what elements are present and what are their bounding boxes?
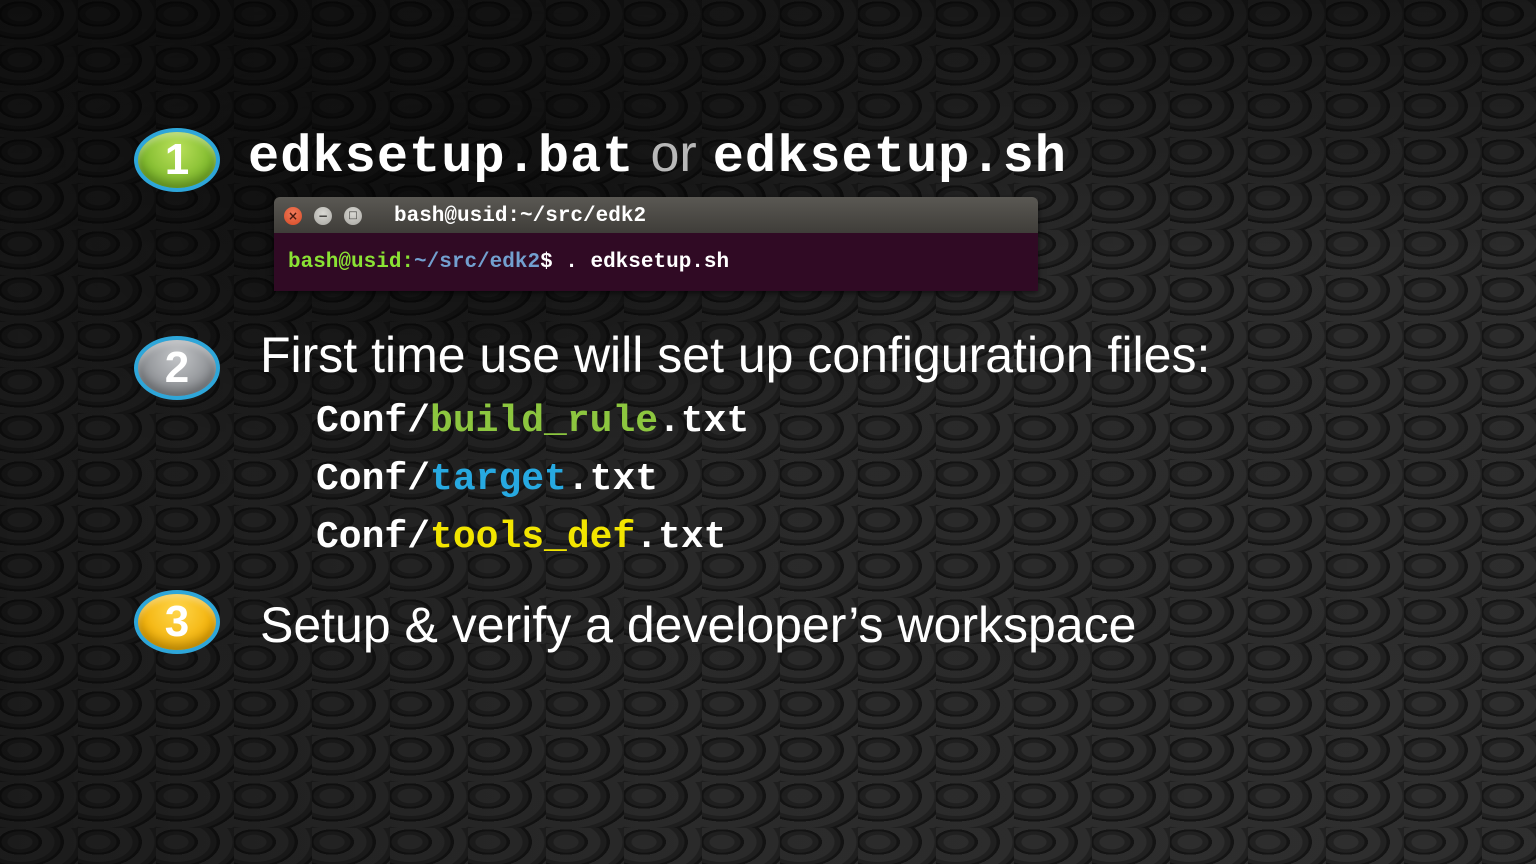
prompt-path: ~/src/edk2 (414, 250, 541, 274)
terminal-body[interactable]: bash@usid: ~/src/edk2 $ . edksetup.sh (274, 233, 1038, 291)
step-2-badge: 2 (134, 336, 220, 400)
config-file-tools-def: Conf/tools_def.txt (316, 516, 726, 559)
minimize-icon[interactable]: − (314, 207, 332, 225)
sh-script-name: edksetup.sh (712, 128, 1067, 187)
step-3-badge: 3 (134, 590, 220, 654)
config-file-target: Conf/target.txt (316, 458, 658, 501)
step-1-number: 1 (164, 135, 190, 184)
config-ext: .txt (635, 516, 727, 559)
config-name: target (430, 458, 567, 501)
terminal-command: . edksetup.sh (552, 250, 730, 274)
config-prefix: Conf/ (316, 400, 431, 443)
config-name: tools_def (430, 516, 636, 559)
terminal-titlebar: × − □ bash@usid:~/src/edk2 (274, 197, 1038, 233)
terminal-window: × − □ bash@usid:~/src/edk2 bash@usid: ~/s… (274, 197, 1038, 291)
prompt-symbol: $ (540, 250, 553, 274)
config-ext: .txt (658, 400, 750, 443)
step-2-text: First time use will set up configuration… (260, 327, 1211, 383)
maximize-icon[interactable]: □ (344, 207, 362, 225)
terminal-title: bash@usid:~/src/edk2 (394, 205, 647, 228)
config-name: build_rule (430, 400, 659, 443)
step-3-text: Setup & verify a developer’s workspace (260, 597, 1137, 653)
step-1-title: edksetup.bat or edksetup.sh (248, 124, 1067, 188)
prompt-user: bash@usid: (288, 250, 415, 274)
or-separator: or (650, 125, 697, 183)
close-icon[interactable]: × (284, 207, 302, 225)
step-1-badge: 1 (134, 128, 220, 192)
bat-script-name: edksetup.bat (248, 128, 635, 187)
config-prefix: Conf/ (316, 458, 431, 501)
config-ext: .txt (566, 458, 659, 501)
config-file-build-rule: Conf/build_rule.txt (316, 400, 749, 443)
config-prefix: Conf/ (316, 516, 431, 559)
step-3-number: 3 (164, 597, 190, 646)
step-2-number: 2 (164, 343, 190, 392)
